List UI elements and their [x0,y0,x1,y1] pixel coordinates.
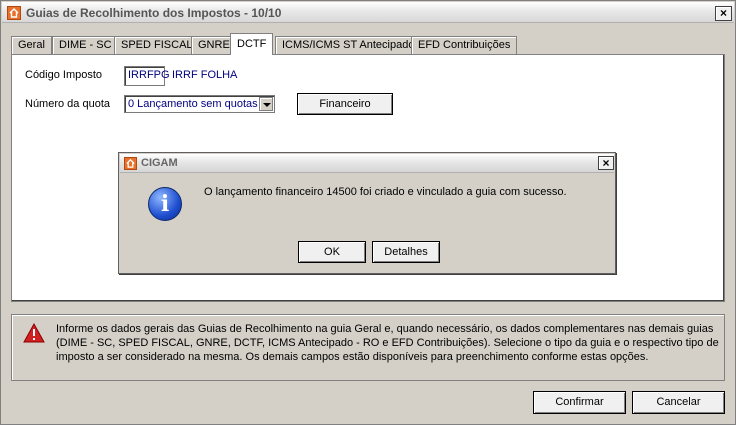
dialog-title-bar: CIGAM × [120,154,614,173]
help-panel: Informe os dados gerais das Guias de Rec… [11,314,725,381]
app-logo-icon [7,6,21,20]
confirmar-button[interactable]: Confirmar [533,391,626,414]
main-window: Guias de Recolhimento dos Impostos - 10/… [0,0,736,425]
codigo-imposto-input[interactable]: IRRFPG [124,66,170,86]
dctf-panel: Código Imposto IRRFPG IRRF FOLHA Número … [11,54,725,302]
codigo-imposto-label: Código Imposto [25,69,103,81]
tab-efd-contribuicoes[interactable]: EFD Contribuições [411,36,518,54]
codigo-imposto-description: IRRF FOLHA [172,69,238,81]
tab-icms-st-antecipado[interactable]: ICMS/ICMS ST Antecipado [275,36,422,54]
financeiro-button[interactable]: Financeiro [297,93,393,115]
numero-quota-select[interactable]: 0 Lançamento sem quotas [124,95,275,113]
app-logo-icon [124,157,137,170]
tab-dctf[interactable]: DCTF [230,33,274,55]
ok-button[interactable]: OK [298,241,366,263]
warning-icon [23,322,45,346]
tab-dime-sc[interactable]: DIME - SC [52,36,119,54]
tab-sped-fiscal[interactable]: SPED FISCAL [114,36,200,54]
dialog-message: O lançamento financeiro 14500 foi criado… [204,186,567,198]
numero-quota-label: Número da quota [25,98,110,110]
title-bar: Guias de Recolhimento dos Impostos - 10/… [2,2,734,23]
cigam-message-dialog: CIGAM × i O lançamento financeiro 14500 … [118,152,616,274]
help-text: Informe os dados gerais das Guias de Rec… [56,323,719,363]
info-icon: i [148,187,182,221]
window-title: Guias de Recolhimento dos Impostos - 10/… [26,6,282,20]
window-close-button[interactable]: × [715,6,732,21]
numero-quota-value: 0 Lançamento sem quotas [128,98,258,110]
chevron-down-icon[interactable] [259,97,273,111]
detalhes-button[interactable]: Detalhes [372,241,440,263]
dialog-title: CIGAM [141,157,178,169]
cancelar-button[interactable]: Cancelar [632,391,725,414]
tab-geral[interactable]: Geral [11,36,52,54]
dialog-close-button[interactable]: × [598,156,614,170]
